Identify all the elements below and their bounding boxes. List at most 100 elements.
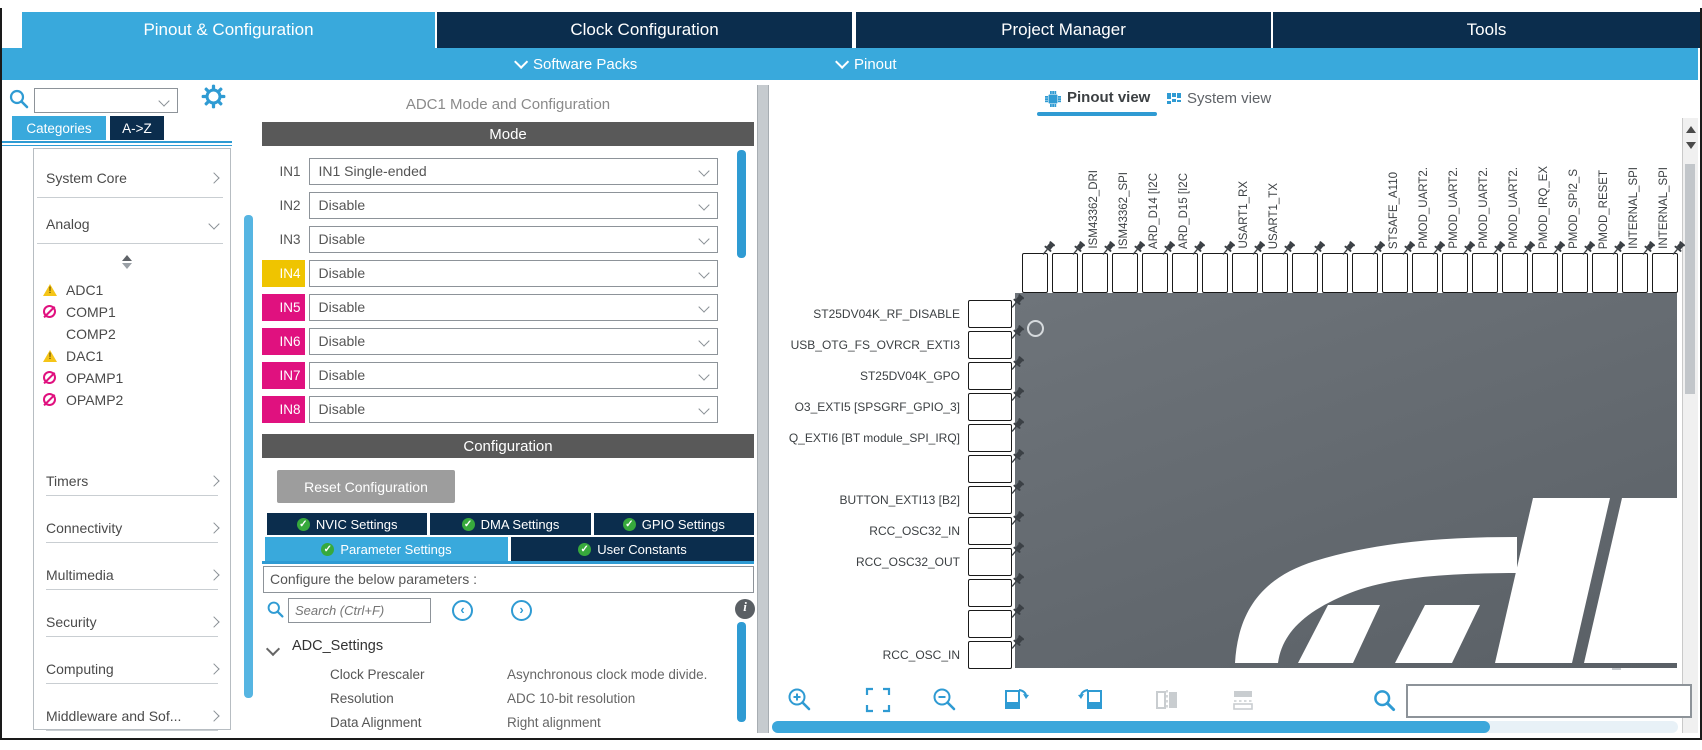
- top-pin[interactable]: PMOD_UART2. PD3: [1502, 253, 1528, 293]
- previous-match-button[interactable]: ‹: [452, 600, 473, 621]
- sidebar-group[interactable]: Multimedia: [46, 561, 218, 590]
- left-pin[interactable]: RCC_OSC32_IN PC14..: [968, 517, 1012, 545]
- tab-pinout-configuration[interactable]: Pinout & Configuration: [22, 12, 435, 48]
- top-pin[interactable]: PMOD_SPI2_S PD1: [1562, 253, 1588, 293]
- left-pin[interactable]: BUTTON_EXTI13 [B2] PC13: [968, 486, 1012, 514]
- rotate-counterclockwise-button[interactable]: [1078, 686, 1106, 714]
- top-pin[interactable]: ARD_D15 [I2C PB8: [1172, 253, 1198, 293]
- mcu-chip-body[interactable]: [1015, 293, 1677, 668]
- tab-dma-settings[interactable]: DMA Settings: [430, 513, 590, 535]
- top-pin[interactable]: PB3 (..: [1352, 253, 1378, 293]
- sort-toggle[interactable]: [122, 255, 132, 269]
- tab-user-constants[interactable]: User Constants: [511, 537, 754, 561]
- sidebar-tab-a-to-z[interactable]: A->Z: [110, 116, 164, 140]
- top-pin[interactable]: PB4 (..: [1322, 253, 1348, 293]
- reset-configuration-button[interactable]: Reset Configuration: [277, 470, 455, 503]
- sidebar-item-peripheral[interactable]: ADC1: [36, 279, 218, 301]
- panel-splitter[interactable]: [757, 85, 769, 733]
- sidebar-group-system-core[interactable]: System Core: [46, 167, 218, 189]
- tab-project-manager[interactable]: Project Manager: [854, 12, 1271, 48]
- left-pin[interactable]: RCC_OSC_IN PH0-..: [968, 641, 1012, 669]
- parameter-row[interactable]: Resolution ADC 10-bit resolution: [0, 688, 760, 712]
- adc-input-dropdown[interactable]: Disable: [309, 396, 718, 423]
- top-pin[interactable]: ISM43362_DRI PE1: [1082, 253, 1108, 293]
- top-pin[interactable]: VSS: [1052, 253, 1078, 293]
- tab-nvic-settings[interactable]: NVIC Settings: [267, 513, 427, 535]
- config-scrollbar-thumb[interactable]: [737, 622, 746, 722]
- pushpin-icon: [1280, 240, 1297, 257]
- top-pin[interactable]: PMOD_UART2. PD5: [1442, 253, 1468, 293]
- parameter-row[interactable]: Clock Prescaler Asynchronous clock mode …: [0, 664, 760, 688]
- top-pin[interactable]: USART1_RX PB7: [1232, 253, 1258, 293]
- adc-input-dropdown[interactable]: Disable: [309, 260, 718, 287]
- rotate-clockwise-button[interactable]: [1001, 686, 1029, 714]
- tab-tools[interactable]: Tools: [1271, 12, 1700, 48]
- table-view-button[interactable]: [1229, 686, 1257, 714]
- sidebar-scrollbar[interactable]: [244, 215, 253, 698]
- adc-input-dropdown[interactable]: Disable: [309, 226, 718, 253]
- left-pin[interactable]: ST25DV04K_GPO PE4: [968, 362, 1012, 390]
- sidebar-group[interactable]: Connectivity: [46, 514, 218, 543]
- pinout-search-input[interactable]: [1406, 684, 1692, 718]
- adc-input-dropdown[interactable]: IN1 Single-ended: [309, 158, 718, 185]
- mode-scrollbar-thumb[interactable]: [737, 150, 746, 258]
- scrollbar-thumb[interactable]: [1685, 164, 1695, 394]
- left-pin[interactable]: VBAT: [968, 455, 1012, 483]
- param-group-label[interactable]: ADC_Settings: [292, 638, 383, 654]
- sidebar-item-peripheral[interactable]: DAC1: [36, 345, 218, 367]
- tab-parameter-settings[interactable]: Parameter Settings: [265, 537, 508, 561]
- pinout-menu[interactable]: Pinout: [835, 48, 897, 80]
- software-packs-menu[interactable]: Software Packs: [514, 48, 637, 80]
- left-pin[interactable]: VSS: [968, 579, 1012, 607]
- sidebar-item-peripheral[interactable]: OPAMP1: [36, 367, 218, 389]
- tab-pinout-view[interactable]: Pinout view: [1067, 89, 1150, 106]
- top-pin[interactable]: PB5: [1292, 253, 1318, 293]
- horizontal-scrollbar-thumb[interactable]: [772, 721, 1490, 733]
- sidebar-group-analog[interactable]: Analog: [46, 213, 218, 235]
- info-icon[interactable]: i: [735, 599, 755, 619]
- zoom-in-button[interactable]: [786, 686, 814, 714]
- adc-input-dropdown[interactable]: Disable: [309, 328, 718, 355]
- sidebar-group[interactable]: Timers: [46, 467, 218, 496]
- sidebar-item-peripheral[interactable]: OPAMP2: [36, 389, 218, 411]
- parameter-search-input[interactable]: [288, 598, 431, 623]
- left-pin[interactable]: O3_EXTI5 [SPSGRF_GPIO_3] PE5: [968, 393, 1012, 421]
- top-pin[interactable]: PMOD_IRQ_EX PD2: [1532, 253, 1558, 293]
- parameter-row[interactable]: Data Alignment Right alignment: [0, 712, 760, 736]
- top-pin[interactable]: VDD: [1022, 253, 1048, 293]
- adc-input-dropdown[interactable]: Disable: [309, 192, 718, 219]
- top-pin[interactable]: PMOD_RESET PD0: [1592, 253, 1618, 293]
- panel-vertical-scrollbar[interactable]: [1682, 118, 1698, 733]
- ip-search-combo[interactable]: [34, 88, 178, 113]
- tab-system-view[interactable]: System view: [1187, 90, 1271, 107]
- sidebar-group[interactable]: Security: [46, 608, 218, 637]
- top-pin[interactable]: ARD_D14 [I2C PB9: [1142, 253, 1168, 293]
- mirror-view-button[interactable]: [1153, 686, 1181, 714]
- top-pin[interactable]: PMOD_UART2. PD4: [1472, 253, 1498, 293]
- adc-input-dropdown[interactable]: Disable: [309, 362, 718, 389]
- left-pin[interactable]: Q_EXTI6 [BT module_SPI_IRQ] PE6: [968, 424, 1012, 452]
- top-pin[interactable]: PH3-..: [1202, 253, 1228, 293]
- left-pin[interactable]: VDD: [968, 610, 1012, 638]
- top-pin[interactable]: STSAFE_A110 PD7: [1382, 253, 1408, 293]
- sidebar-tab-categories[interactable]: Categories: [12, 116, 106, 140]
- scroll-down-icon[interactable]: [1686, 142, 1696, 149]
- sidebar-item-peripheral[interactable]: COMP2: [36, 323, 218, 345]
- top-pin[interactable]: USART1_TX PB6: [1262, 253, 1288, 293]
- gear-icon[interactable]: [201, 84, 226, 109]
- left-pin[interactable]: RCC_OSC32_OUT PC15..: [968, 548, 1012, 576]
- zoom-out-button[interactable]: [931, 686, 959, 714]
- fit-to-screen-button[interactable]: [864, 686, 892, 714]
- top-pin[interactable]: PMOD_UART2. PD6: [1412, 253, 1438, 293]
- top-pin[interactable]: INTERNAL_SPI PC12: [1622, 253, 1648, 293]
- sidebar-item-peripheral[interactable]: COMP1: [36, 301, 218, 323]
- left-pin[interactable]: ST25DV04K_RF_DISABLE PE2: [968, 300, 1012, 328]
- adc-input-dropdown[interactable]: Disable: [309, 294, 718, 321]
- top-pin[interactable]: ISM43362_SPI PE0: [1112, 253, 1138, 293]
- tab-clock-configuration[interactable]: Clock Configuration: [437, 12, 852, 48]
- scroll-up-icon[interactable]: [1686, 126, 1696, 133]
- next-match-button[interactable]: ›: [511, 600, 532, 621]
- left-pin[interactable]: USB_OTG_FS_OVRCR_EXTI3 PE3: [968, 331, 1012, 359]
- tab-gpio-settings[interactable]: GPIO Settings: [594, 513, 754, 535]
- top-pin[interactable]: INTERNAL_SPI PC11: [1652, 253, 1678, 293]
